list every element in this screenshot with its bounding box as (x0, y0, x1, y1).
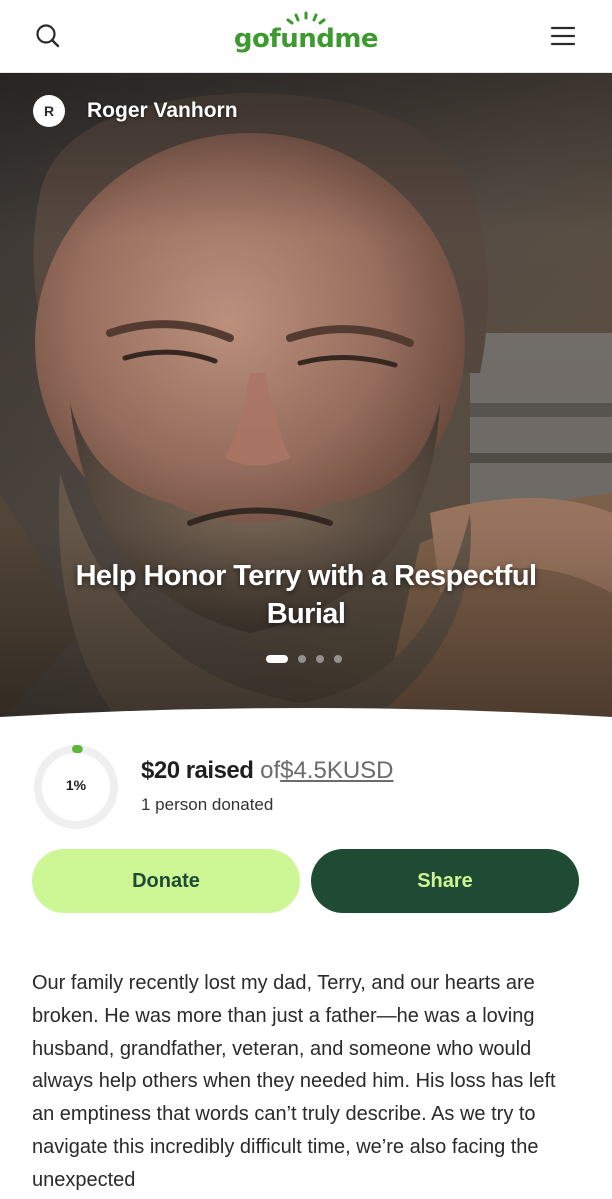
carousel-dot-active[interactable] (266, 655, 288, 663)
top-header: gofundme (0, 0, 612, 73)
organizer-name: Roger Vanhorn (87, 99, 238, 122)
goal-amount[interactable]: $4.5KUSD (280, 757, 393, 784)
amount-raised-line: $20 raised of$4.5KUSD (141, 757, 394, 785)
campaign-story: Our family recently lost my dad, Terry, … (32, 972, 556, 1191)
carousel-dot[interactable] (298, 655, 306, 663)
raised-amount: $20 raised (141, 757, 254, 784)
carousel-dot[interactable] (334, 655, 342, 663)
hamburger-menu-icon (550, 26, 576, 46)
donor-count: 1 person donated (141, 795, 274, 814)
organizer[interactable]: R Roger Vanhorn (33, 95, 238, 127)
search-button[interactable] (26, 14, 70, 58)
carousel-dots[interactable] (266, 654, 352, 664)
logo-text: gofundme (233, 24, 379, 54)
donate-button[interactable]: Donate (32, 849, 300, 913)
campaign-hero[interactable]: R Roger Vanhorn Help Honor Terry with a … (0, 73, 612, 723)
gofundme-logo[interactable]: gofundme (230, 10, 382, 62)
organizer-avatar: R (33, 95, 65, 127)
campaign-title: Help Honor Terry with a Respectful Buria… (75, 560, 537, 630)
carousel-dot[interactable] (316, 655, 324, 663)
search-icon (36, 24, 60, 48)
menu-button[interactable] (541, 14, 585, 58)
of-label: of (260, 757, 281, 784)
hero-curve-divider (0, 708, 612, 723)
progress-percent: 1% (65, 777, 87, 793)
share-button[interactable]: Share (311, 849, 579, 913)
